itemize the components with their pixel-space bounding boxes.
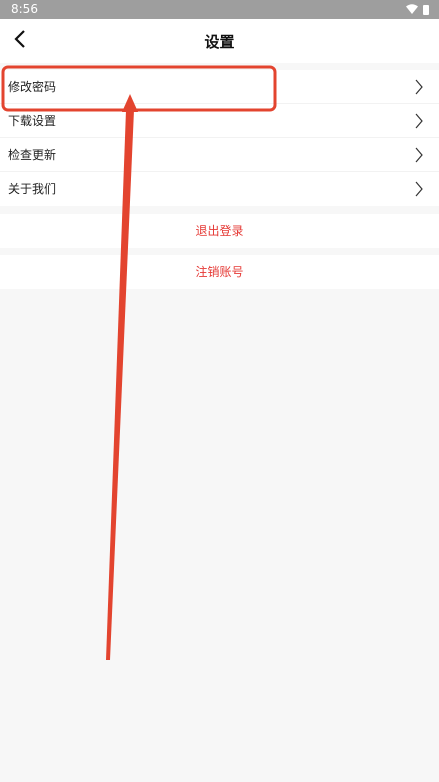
header: 设置	[0, 19, 439, 63]
cancel-account-button[interactable]: 注销账号	[0, 255, 439, 289]
status-time: 8:56	[11, 2, 38, 16]
menu-item-change-password[interactable]: 修改密码	[0, 70, 439, 104]
menu-item-download-settings[interactable]: 下载设置	[0, 104, 439, 138]
menu-item-label: 检查更新	[8, 148, 57, 162]
menu-item-check-update[interactable]: 检查更新	[0, 138, 439, 172]
menu-item-label: 关于我们	[8, 182, 57, 196]
chevron-right-icon	[415, 79, 423, 95]
wifi-icon	[406, 3, 418, 17]
menu-item-label: 修改密码	[8, 80, 57, 94]
menu-item-label: 下载设置	[8, 114, 57, 128]
chevron-right-icon	[415, 181, 423, 197]
status-icons	[406, 3, 429, 16]
chevron-right-icon	[415, 147, 423, 163]
menu-item-about-us[interactable]: 关于我们	[0, 172, 439, 206]
chevron-right-icon	[415, 113, 423, 129]
page-title: 设置	[204, 33, 235, 51]
settings-menu: 修改密码 下载设置 检查更新 关于我们	[0, 70, 439, 206]
logout-button[interactable]: 退出登录	[0, 214, 439, 248]
status-bar: 8:56	[0, 0, 439, 19]
battery-icon	[423, 4, 429, 15]
